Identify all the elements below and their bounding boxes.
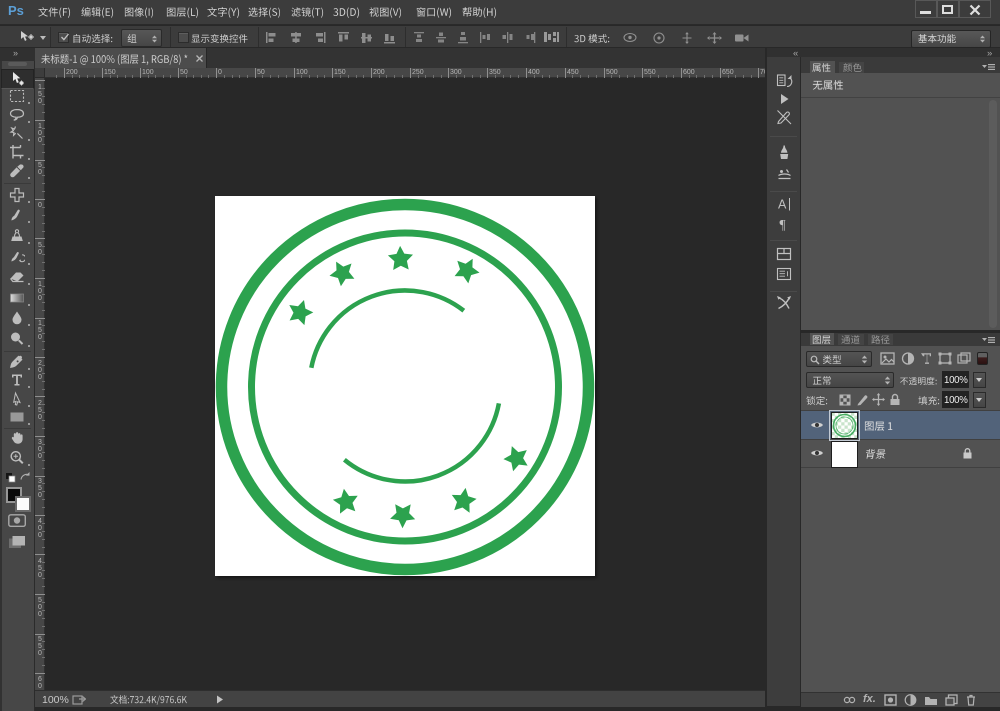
svg-text:A: A [778, 198, 787, 212]
svg-text:¶: ¶ [780, 217, 786, 232]
